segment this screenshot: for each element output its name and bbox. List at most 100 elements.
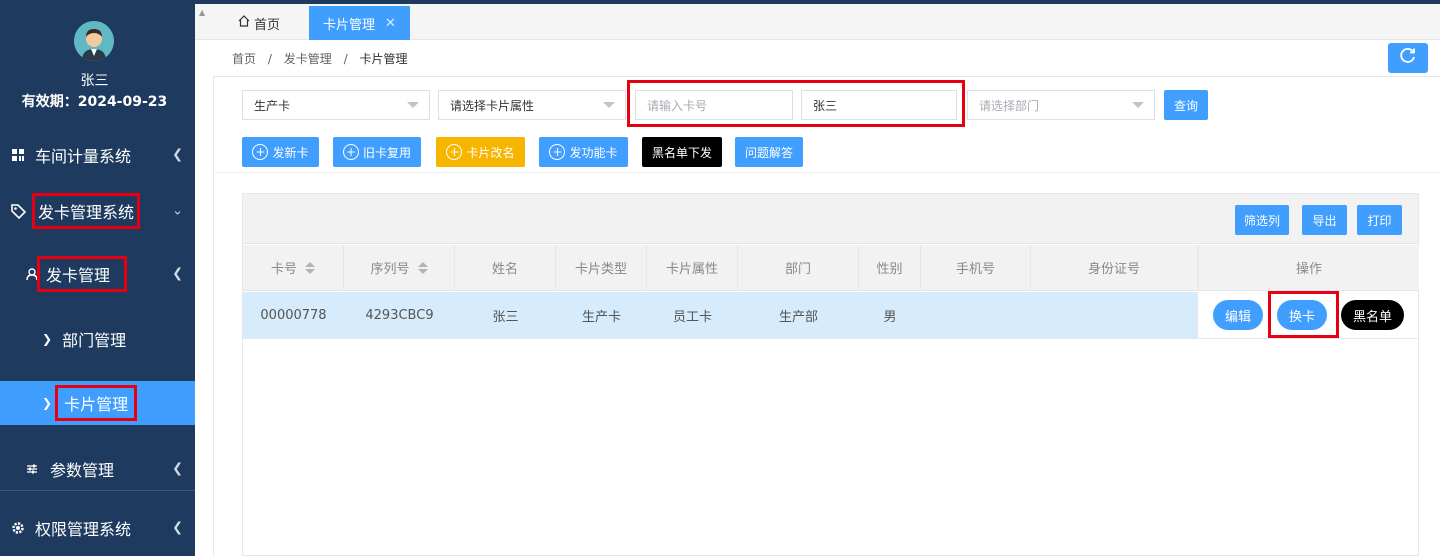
query-label: 查询 bbox=[1173, 98, 1198, 113]
tab-label: 首页 bbox=[254, 17, 281, 33]
chevron-down-icon: ⌄ bbox=[172, 203, 183, 219]
header-label: 性别 bbox=[876, 262, 903, 277]
sort-icon[interactable] bbox=[305, 261, 315, 274]
button-label: 打印 bbox=[1367, 213, 1392, 228]
cell-gender: 男 bbox=[883, 309, 897, 325]
sidebar-item-card-management[interactable]: 发卡管理 ❮ bbox=[0, 252, 195, 296]
sort-icon[interactable] bbox=[417, 261, 428, 274]
user-validity: 有效期：2024-09-23 bbox=[21, 94, 168, 110]
chevron-down-icon bbox=[603, 102, 615, 108]
reuse-card-button[interactable]: + 旧卡复用 bbox=[333, 137, 421, 167]
cell-id-no bbox=[1031, 292, 1198, 338]
button-label: 发新卡 bbox=[272, 145, 309, 160]
tab-label: 卡片管理 bbox=[323, 17, 376, 33]
main-area: ▲ 首页 卡片管理 ✕ 首页 / 发卡管理 / 卡片管理 生产卡 请选择卡片属性 bbox=[195, 0, 1440, 556]
sidebar-item-label: 权限管理系统 bbox=[35, 520, 132, 539]
edit-button[interactable]: 编辑 bbox=[1213, 300, 1263, 330]
export-button[interactable]: 导出 bbox=[1302, 205, 1347, 235]
column-header-id-no: 身份证号 bbox=[1031, 245, 1198, 291]
sidebar-item-label: 部门管理 bbox=[62, 331, 127, 350]
sliders-icon bbox=[24, 461, 40, 477]
refresh-button[interactable] bbox=[1388, 43, 1428, 73]
card-attr-select[interactable]: 请选择卡片属性 bbox=[438, 90, 626, 120]
tab-card-management[interactable]: 卡片管理 ✕ bbox=[309, 6, 410, 40]
header-label: 序列号 bbox=[370, 262, 410, 277]
chevron-left-icon: ❮ bbox=[172, 461, 183, 477]
breadcrumb-card-system[interactable]: 发卡管理 bbox=[284, 52, 332, 66]
column-header-dept: 部门 bbox=[738, 245, 859, 291]
blacklist-issue-button[interactable]: 黑名单下发 bbox=[642, 137, 722, 167]
query-button[interactable]: 查询 bbox=[1164, 90, 1208, 120]
breadcrumb-current: 卡片管理 bbox=[359, 52, 408, 66]
breadcrumb-sep: / bbox=[267, 52, 272, 66]
sidebar-item-workshop[interactable]: 车间计量系统 ❮ bbox=[0, 133, 195, 177]
header-label: 部门 bbox=[784, 262, 811, 277]
column-header-card-no[interactable]: 卡号 bbox=[243, 245, 344, 291]
card-type-select[interactable]: 生产卡 bbox=[242, 90, 430, 120]
breadcrumb-home[interactable]: 首页 bbox=[232, 52, 256, 66]
card-attr-placeholder: 请选择卡片属性 bbox=[450, 98, 535, 113]
button-label: 导出 bbox=[1312, 213, 1337, 228]
cell-name: 张三 bbox=[492, 309, 519, 325]
header-label: 姓名 bbox=[491, 262, 518, 277]
column-header-gender: 性别 bbox=[859, 245, 921, 291]
column-header-serial[interactable]: 序列号 bbox=[344, 245, 455, 291]
column-header-phone: 手机号 bbox=[921, 245, 1031, 291]
column-header-actions: 操作 bbox=[1198, 245, 1419, 291]
column-header-name: 姓名 bbox=[455, 245, 556, 291]
refresh-icon bbox=[1399, 47, 1417, 69]
button-label: 发功能卡 bbox=[569, 145, 618, 160]
sidebar-item-permissions[interactable]: 权限管理系统 ❮ bbox=[0, 506, 195, 550]
sidebar-item-department[interactable]: ❯ 部门管理 bbox=[0, 317, 195, 361]
header-label: 操作 bbox=[1295, 262, 1322, 277]
rename-card-button[interactable]: + 卡片改名 bbox=[436, 137, 525, 167]
sidebar-item-label: 车间计量系统 bbox=[35, 147, 132, 166]
dept-placeholder: 请选择部门 bbox=[979, 98, 1040, 113]
cell-type: 生产卡 bbox=[581, 309, 621, 325]
tab-home[interactable]: 首页 bbox=[224, 6, 294, 40]
sidebar-item-label: 参数管理 bbox=[50, 461, 115, 480]
header-label: 卡片类型 bbox=[574, 262, 627, 277]
dept-select[interactable]: 请选择部门 bbox=[967, 90, 1155, 120]
sidebar-item-label: 卡片管理 bbox=[55, 385, 138, 421]
highlight-box bbox=[627, 80, 965, 127]
plus-icon: + bbox=[549, 144, 566, 160]
function-card-button[interactable]: + 发功能卡 bbox=[539, 137, 628, 167]
sidebar-item-card[interactable]: ❯ 卡片管理 bbox=[0, 381, 195, 425]
user-name: 张三 bbox=[80, 73, 109, 89]
chevron-left-icon: ❮ bbox=[172, 266, 183, 282]
chevron-down-icon bbox=[1132, 102, 1144, 108]
home-icon bbox=[238, 15, 250, 31]
header-label: 卡片属性 bbox=[665, 262, 718, 277]
header-label: 身份证号 bbox=[1087, 262, 1140, 277]
cell-card-no: 00000778 bbox=[260, 307, 327, 323]
close-icon[interactable]: ✕ bbox=[385, 16, 396, 31]
button-label: 编辑 bbox=[1224, 309, 1251, 325]
column-header-type: 卡片类型 bbox=[556, 245, 647, 291]
avatar bbox=[74, 21, 114, 61]
new-card-button[interactable]: + 发新卡 bbox=[242, 137, 319, 167]
blacklist-button[interactable]: 黑名单 bbox=[1341, 300, 1404, 330]
divider bbox=[1197, 292, 1198, 338]
cell-serial: 4293CBC9 bbox=[365, 307, 434, 323]
header-label: 手机号 bbox=[955, 262, 995, 277]
column-header-attr: 卡片属性 bbox=[647, 245, 738, 291]
faq-button[interactable]: 问题解答 bbox=[735, 137, 803, 167]
filter-columns-button[interactable]: 筛选列 bbox=[1235, 205, 1289, 235]
cell-phone bbox=[921, 292, 1031, 338]
scroll-up-icon[interactable]: ▲ bbox=[199, 8, 205, 17]
sidebar-item-label: 发卡管理 bbox=[36, 256, 128, 292]
cell-attr: 员工卡 bbox=[672, 309, 712, 325]
header-label: 卡号 bbox=[270, 262, 297, 277]
chevron-right-icon: ❯ bbox=[42, 332, 53, 346]
print-button[interactable]: 打印 bbox=[1357, 205, 1402, 235]
divider bbox=[243, 338, 1419, 339]
content-border bbox=[213, 76, 214, 556]
sidebar-item-params[interactable]: 参数管理 ❮ bbox=[0, 447, 195, 491]
user-icon bbox=[24, 266, 40, 282]
button-label: 问题解答 bbox=[744, 145, 793, 160]
breadcrumb: 首页 / 发卡管理 / 卡片管理 bbox=[232, 50, 415, 67]
divider bbox=[213, 76, 1440, 77]
button-label: 黑名单 bbox=[1352, 309, 1392, 325]
sidebar-item-card-system[interactable]: 发卡管理系统 ⌄ bbox=[0, 189, 195, 233]
